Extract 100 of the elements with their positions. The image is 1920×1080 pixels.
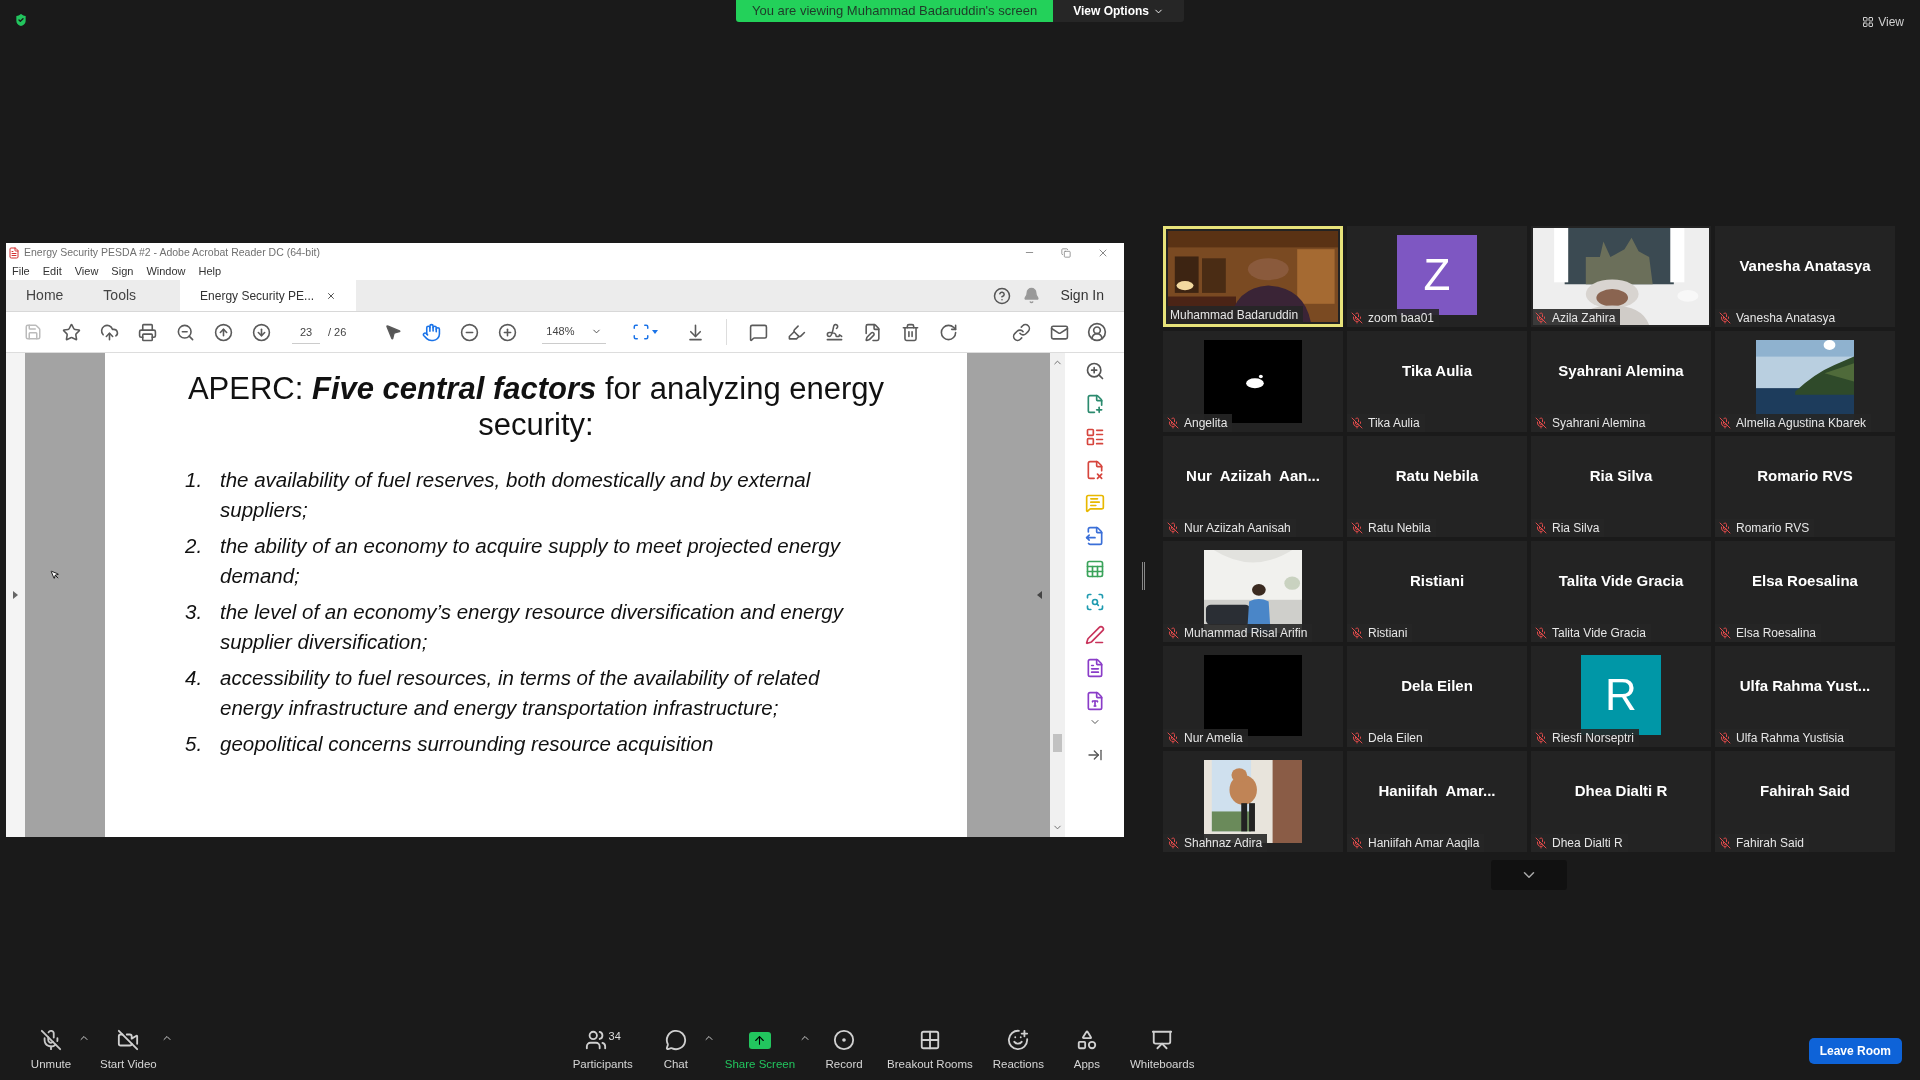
toolbar-button[interactable]: Unmute <box>18 1028 84 1074</box>
menu-item[interactable]: Edit <box>42 262 62 280</box>
pen-icon[interactable] <box>1084 625 1105 645</box>
toolbar-button[interactable]: 34 Participants <box>562 1028 643 1074</box>
participant-name: Ratu Nebila <box>1395 465 1479 486</box>
participant-name: Talita Vide Gracia <box>1558 570 1684 591</box>
scroll-thumb[interactable] <box>1053 734 1062 752</box>
participant-count: 34 <box>608 1029 621 1045</box>
toolbar-button[interactable]: Reactions <box>982 1028 1054 1074</box>
sharing-banner: You are viewing Muhammad Badaruddin's screen <box>735 0 1054 22</box>
list-number: 1. <box>185 467 204 493</box>
participant-name: Angelita <box>1184 415 1228 432</box>
participant-name: Muhammad Badaruddin <box>1170 307 1299 324</box>
video-off-icon <box>117 1029 140 1052</box>
participant-name: Ristiani <box>1409 570 1465 591</box>
participant-name: Muhammad Risal Arifin <box>1184 625 1308 642</box>
participant-name: Syahrani Alemina <box>1552 415 1646 432</box>
participant-name: Vanesha Anatasya <box>1739 255 1871 276</box>
pdf-file-icon <box>8 246 20 259</box>
toolbar-button[interactable]: Chat <box>642 1028 709 1074</box>
resize-handle[interactable] <box>1142 562 1145 590</box>
smiley-icon <box>1007 1029 1030 1052</box>
participants-icon <box>584 1029 607 1052</box>
list-item-text: geopolitical concerns surrounding resource acquisition <box>220 731 714 757</box>
sheet-icon[interactable] <box>1084 559 1105 579</box>
participant-name: Haniifah Amar Aaqila <box>1368 835 1480 852</box>
list-number: 2. <box>185 533 204 559</box>
participant-name: Fahirah Said <box>1760 780 1850 801</box>
slide-heading: APERC: Five central factors for analyzing energy security: <box>186 371 886 443</box>
toolbar-button[interactable]: Record <box>811 1028 878 1074</box>
list-item-text: the ability of an economy to acquire supply to meet projected energy demand; <box>220 533 842 589</box>
collapse-arrow-icon[interactable] <box>1037 591 1042 599</box>
more-tiles-button[interactable] <box>1491 860 1567 890</box>
view-button[interactable]: View <box>1862 13 1904 31</box>
participant-name: Ristiani <box>1368 625 1408 642</box>
help-icon[interactable] <box>993 286 1012 305</box>
participant-name: Nur Aziizah Aanisah <box>1184 520 1291 537</box>
layout-icon[interactable] <box>1084 427 1105 447</box>
scan-icon[interactable] <box>1084 592 1105 612</box>
chat-bubble-icon <box>664 1029 687 1052</box>
participant-name: Tika Aulia <box>1368 415 1420 432</box>
share-screen-icon <box>748 1031 771 1049</box>
list-number: 3. <box>185 599 204 625</box>
list-item-text: the availability of fuel reserves, both domestically and by external suppliers; <box>220 467 812 523</box>
participant-name: Syahrani Alemina <box>1558 360 1684 381</box>
participant-name: Nur Aziizah Aan... <box>1186 465 1320 486</box>
zoom-in-icon[interactable] <box>1084 361 1105 381</box>
close-icon[interactable] <box>326 290 337 301</box>
participant-name: Romario RVS <box>1757 465 1853 486</box>
participant-name: Dhea Dialti R <box>1552 835 1623 852</box>
list-item-text: accessibility to fuel resources, in terms of the availability of related energy infrastructure and energy transportation infrastructure; <box>220 665 821 721</box>
page-number-field[interactable]: 23 <box>292 320 320 344</box>
menu-item[interactable]: View <box>74 262 99 280</box>
participant-name: Dhea Dialti R <box>1574 780 1668 801</box>
tab[interactable]: Energy Security PE... <box>180 280 357 311</box>
sign-in-button[interactable]: Sign In <box>1060 285 1104 306</box>
participant-name: Nur Amelia <box>1184 730 1243 747</box>
window-title: Energy Security PESDA #2 - Adobe Acrobat Reader DC (64-bit) <box>24 244 320 260</box>
leave-room-button[interactable]: Leave Room <box>1808 1038 1902 1064</box>
record-icon <box>833 1029 856 1052</box>
page-total: / 26 <box>328 324 347 340</box>
participant-name: Ulfa Rahma Yustisia <box>1736 730 1844 747</box>
menu-item[interactable]: Window <box>146 262 186 280</box>
participant-name: Almelia Agustina Kbarek <box>1736 415 1867 432</box>
shield-icon <box>13 12 29 28</box>
list-number: 4. <box>185 665 204 691</box>
tab[interactable]: Home <box>6 280 84 311</box>
collapse-pane-icon[interactable] <box>1086 747 1103 763</box>
menu-item[interactable]: Help <box>198 262 222 280</box>
view-options-button[interactable]: View Options <box>1053 0 1185 22</box>
list-item-text: the level of an economy’s energy resource diversification and energy supplier diversification; <box>220 599 845 655</box>
toolbar-button[interactable]: Whiteboards <box>1119 1028 1205 1074</box>
participant-name: Tika Aulia <box>1402 360 1472 381</box>
menu-item[interactable]: File <box>12 262 30 280</box>
toolbar-button[interactable]: Apps <box>1053 1028 1120 1074</box>
tab[interactable]: Tools <box>83 280 157 311</box>
whiteboard-icon <box>1151 1029 1174 1052</box>
participant-name: Romario RVS <box>1736 520 1810 537</box>
zoom-dropdown[interactable]: 148% <box>542 320 607 344</box>
expand-arrow-icon[interactable] <box>13 591 18 599</box>
participant-name: Ratu Nebila <box>1368 520 1431 537</box>
scrollbar[interactable] <box>1050 353 1065 837</box>
toolbar-button[interactable]: Start Video <box>90 1028 167 1074</box>
participant-name: Ria Silva <box>1552 520 1600 537</box>
cursor-icon <box>50 570 60 580</box>
muted-mic-icon <box>40 1029 62 1052</box>
participant-name: Elsa Roesalina <box>1752 570 1858 591</box>
list-number: 5. <box>185 731 204 757</box>
participant-name: Fahirah Said <box>1736 835 1805 852</box>
participant-name: Haniifah Amar... <box>1378 780 1496 801</box>
toolbar-button[interactable]: Share Screen <box>714 1028 806 1074</box>
participant-name: Vanesha Anatasya <box>1736 310 1836 327</box>
participant-name: Talita Vide Gracia <box>1552 625 1646 642</box>
participant-name: Azila Zahira <box>1552 310 1616 327</box>
menu-item[interactable]: Sign <box>111 262 134 280</box>
file-export-icon[interactable] <box>1084 526 1105 546</box>
participant-name: Dela Eilen <box>1368 730 1423 747</box>
toolbar-button[interactable]: Breakout Rooms <box>877 1028 983 1074</box>
participant-name: Elsa Roesalina <box>1736 625 1817 642</box>
participant-name: Ria Silva <box>1589 465 1653 486</box>
